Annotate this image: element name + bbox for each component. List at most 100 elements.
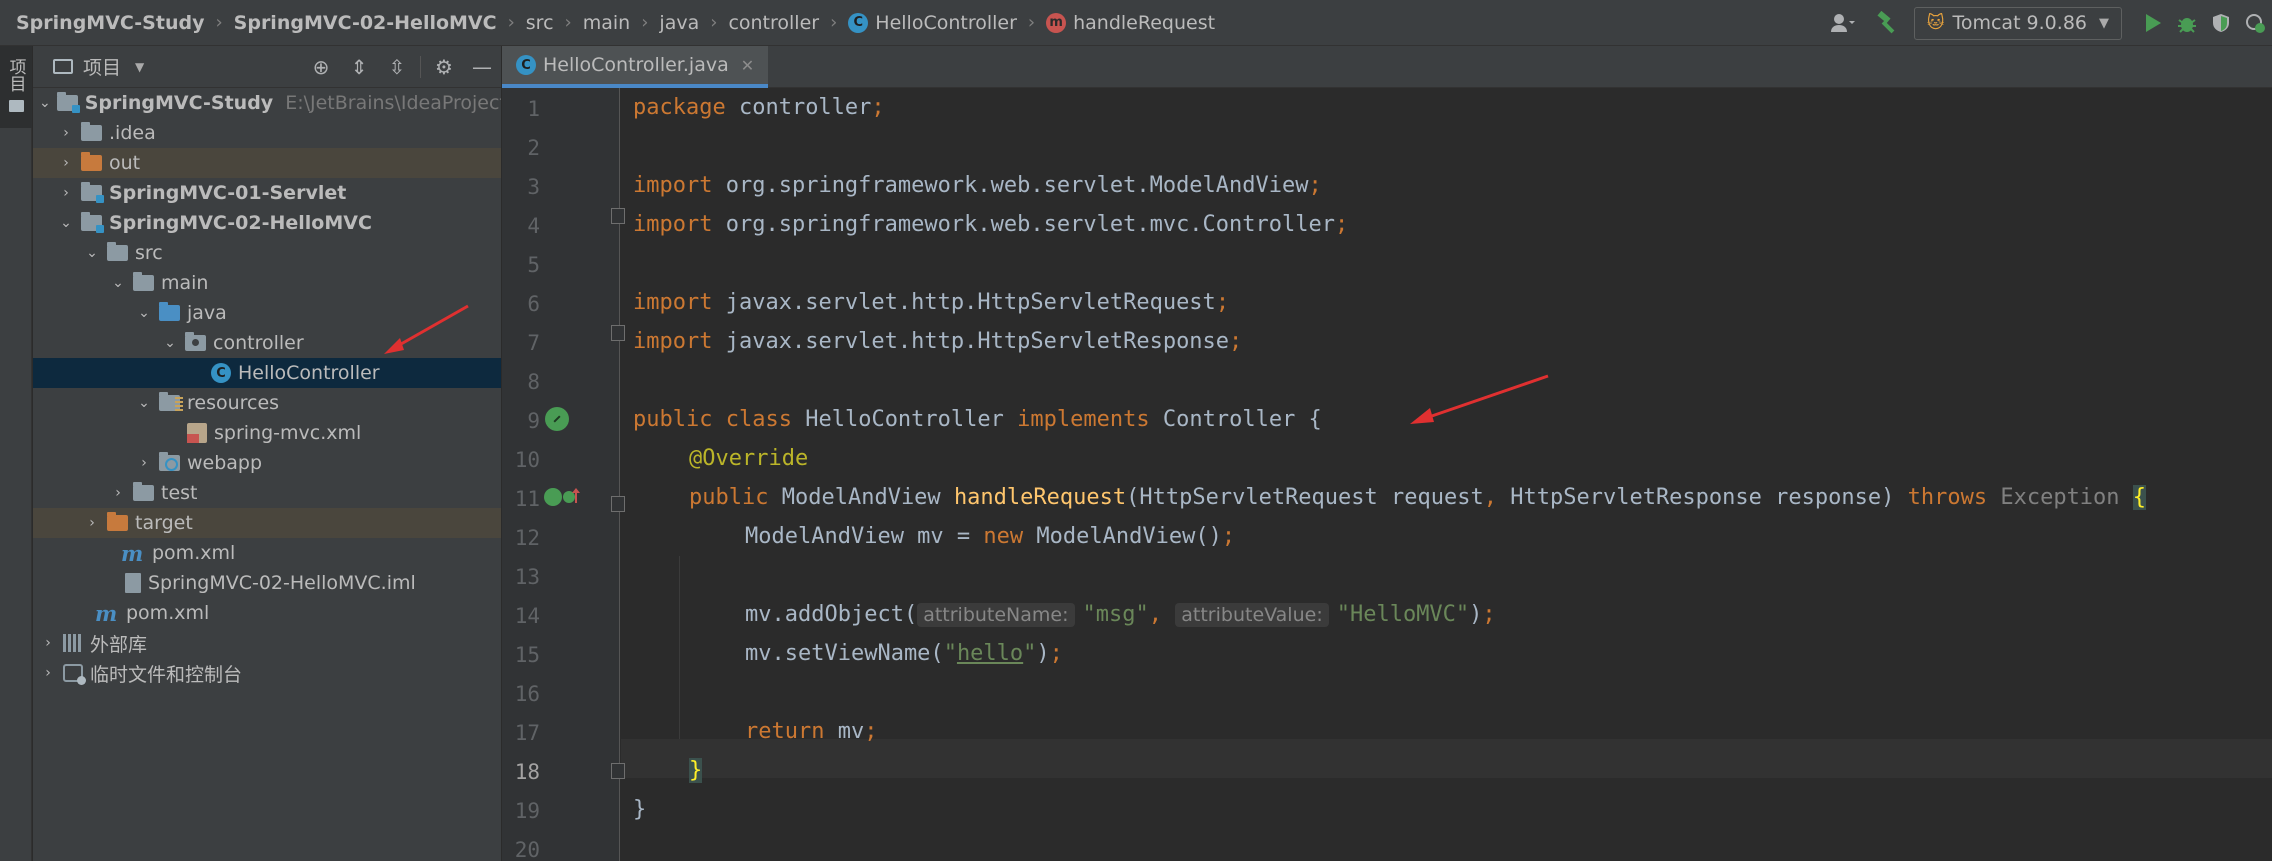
run-configuration-selector[interactable]: 🐱 Tomcat 9.0.86 ▼ [1913,6,2122,40]
tree-item-out[interactable]: › out [33,148,501,178]
tree-item-pom-xml[interactable]: m pom.xml [33,538,501,568]
tree-item-webapp[interactable]: › webapp [33,448,501,478]
locate-icon[interactable]: ⊕ [302,55,340,79]
line-number: 16 [514,682,540,706]
line-number: 15 [514,643,540,667]
breadcrumb-item[interactable]: src [526,12,554,34]
chevron-right-icon[interactable]: › [109,485,127,501]
module-folder-icon [56,92,80,113]
chevron-down-icon[interactable]: ⌄ [135,305,153,321]
class-icon: C [516,55,536,75]
breadcrumb-label: handleRequest [1073,11,1216,34]
spring-xml-icon [187,423,207,443]
breadcrumb-item-class[interactable]: C HelloController [848,12,1017,34]
breadcrumb-item[interactable]: SpringMVC-02-HelloMVC [234,12,497,34]
tree-item-iml[interactable]: SpringMVC-02-HelloMVC.iml [33,568,501,598]
breadcrumb-item[interactable]: controller [728,12,819,34]
chevron-right-icon[interactable]: › [57,155,75,171]
code-line-9: public class HelloController implements … [633,400,2272,439]
tree-item-controller[interactable]: ⌄ controller [33,328,501,358]
method-icon: m [1046,12,1067,33]
code-token: ) [1469,602,1483,627]
code-token: javax.servlet.http.HttpServletResponse [712,329,1230,354]
line-number: 17 [514,721,540,745]
tree-item-root-pom-xml[interactable]: m pom.xml [33,598,501,628]
breadcrumb: SpringMVC-Study › SpringMVC-02-HelloMVC … [0,0,1215,45]
code-token: ; [871,95,885,120]
tree-item-hellocontroller[interactable]: C HelloController [33,358,501,388]
chevron-down-icon[interactable]: ▼ [135,60,144,74]
fold-marker-icon[interactable] [611,496,625,512]
line-number: 5 [527,253,540,277]
tab-hellocontroller-java[interactable]: C HelloController.java ✕ [502,46,769,88]
breadcrumb-item[interactable]: main [583,12,630,34]
package-icon [185,332,206,351]
chevron-right-icon[interactable]: › [135,455,153,471]
tree-item-springmvc-study[interactable]: ⌄ SpringMVC-Study E:\JetBrains\IdeaProje… [33,88,501,118]
code-line-14: mv.addObject(attributeName: "msg", attrib… [745,595,2272,634]
build-hammer-icon[interactable] [1870,6,1904,40]
project-tool-window-tab[interactable]: 项目 [0,46,32,128]
line-number: 7 [527,331,540,355]
tree-item-spring-mvc-xml[interactable]: spring-mvc.xml [33,418,501,448]
folder-icon [107,242,128,261]
breadcrumb-item-method[interactable]: m handleRequest [1046,12,1215,34]
code-token: , [1483,485,1497,510]
breadcrumb-item[interactable]: SpringMVC-Study [16,12,204,34]
fold-marker-icon[interactable] [611,325,625,341]
code-token: ; [1308,173,1322,198]
tree-item-label: SpringMVC-02-HelloMVC.iml [148,572,416,594]
tree-item-java[interactable]: ⌄ java [33,298,501,328]
run-configuration-label: Tomcat 9.0.86 [1952,12,2087,34]
chevron-down-icon[interactable]: ⌄ [57,215,75,231]
fold-marker-icon[interactable] [611,763,625,779]
editor-tab-bar: C HelloController.java ✕ [502,46,2272,88]
scratches-icon [63,664,86,685]
tree-item-src[interactable]: ⌄ src [33,238,501,268]
chevron-right-icon[interactable]: › [83,515,101,531]
chevron-down-icon[interactable]: ⌄ [39,95,51,111]
implements-method-icon[interactable] [542,485,582,509]
minimize-icon[interactable]: — [463,55,501,79]
tree-item-external-libraries[interactable]: › 外部库 [33,628,501,658]
debug-icon[interactable] [2170,6,2204,40]
tree-item-springmvc-02-hellomvc[interactable]: ⌄ SpringMVC-02-HelloMVC [33,208,501,238]
tree-item-scratches[interactable]: › 临时文件和控制台 [33,658,501,688]
chevron-down-icon[interactable]: ⌄ [161,335,179,351]
code-line-12: ModelAndView mv = new ModelAndView(); [745,517,2272,556]
profile-icon[interactable] [2238,6,2272,40]
run-icon[interactable] [2136,6,2170,40]
project-panel-header: 项目 ▼ ⊕ ⇕ ⇳ ⚙ — [33,46,501,88]
tree-item-label: pom.xml [126,602,210,624]
chevron-right-icon[interactable]: › [57,125,75,141]
coverage-icon[interactable] [2204,6,2238,40]
user-icon[interactable] [1826,6,1860,40]
tree-item-target[interactable]: › target [33,508,501,538]
tree-item-test[interactable]: › test [33,478,501,508]
tomcat-icon: 🐱 [1926,13,1945,33]
chevron-down-icon[interactable]: ⌄ [135,395,153,411]
chevron-down-icon[interactable]: ⌄ [83,245,101,261]
chevron-down-icon[interactable]: ⌄ [109,275,127,291]
chevron-right-icon[interactable]: › [39,635,57,651]
tree-item-springmvc-01-servlet[interactable]: › SpringMVC-01-Servlet [33,178,501,208]
class-icon: C [848,12,869,33]
implemented-interface-icon[interactable] [545,407,569,431]
tree-item-main[interactable]: ⌄ main [33,268,501,298]
expand-all-icon[interactable]: ⇕ [340,55,378,79]
code-token: throws [1907,485,1988,510]
chevron-right-icon[interactable]: › [39,665,57,681]
project-view-selector[interactable]: 项目 [83,53,121,80]
code-token: HelloController [805,407,1004,432]
fold-marker-icon[interactable] [611,208,625,224]
folder-icon [8,100,24,112]
code-token: " [943,641,957,666]
close-icon[interactable]: ✕ [741,56,754,75]
breadcrumb-item[interactable]: java [659,12,699,34]
tree-item-resources[interactable]: ⌄ resources [33,388,501,418]
tree-item-idea[interactable]: › .idea [33,118,501,148]
code-editor[interactable]: 1 2 3 4 5 6 7 8 9 10 11 12 13 14 15 16 1… [502,88,2272,861]
chevron-right-icon[interactable]: › [57,185,75,201]
collapse-all-icon[interactable]: ⇳ [378,55,416,79]
gear-icon[interactable]: ⚙ [425,55,463,79]
